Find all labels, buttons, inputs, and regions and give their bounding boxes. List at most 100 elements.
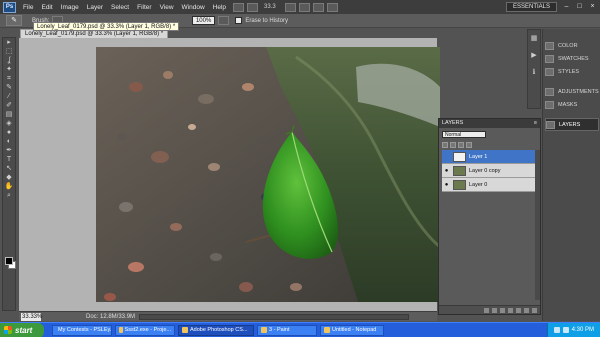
pen-tool-icon[interactable]: ✒ [3,146,15,155]
horizontal-scrollbar[interactable] [139,313,410,320]
clock[interactable]: 4:30 PM [572,327,594,333]
start-button[interactable]: start [0,322,44,337]
stamp-tool-icon[interactable]: ▤ [3,110,15,119]
zoom-tool-icon[interactable]: ⌕ [3,191,15,200]
maximize-button[interactable]: □ [574,3,585,12]
volume-icon[interactable] [562,327,569,333]
layer-style-icon[interactable] [492,307,497,313]
menu-window[interactable]: Window [178,4,209,11]
visibility-eye-icon[interactable]: ● [442,168,451,174]
lock-all-icon[interactable] [466,141,472,148]
menu-select[interactable]: Select [107,4,133,11]
erase-to-history-checkbox[interactable] [235,17,243,24]
dock-item-styles[interactable]: STYLES [545,65,599,78]
flow-field[interactable]: 100% [191,16,216,25]
zoom-level-readout[interactable]: 33.3 [264,4,276,10]
dock-item-masks[interactable]: MASKS [545,98,599,111]
visibility-eye-icon[interactable]: ● [442,154,451,160]
hand-tool-icon[interactable] [284,2,296,12]
status-zoom-field[interactable]: 33.33% [21,312,42,321]
panel-menu-icon[interactable]: ≡ [531,119,540,128]
delete-layer-icon[interactable] [532,307,537,313]
eraser-tool-icon[interactable]: ● [3,128,15,137]
dock-item-adjustments[interactable]: ADJUSTMENTS [545,85,599,98]
brush-tool-icon[interactable]: ✐ [3,101,15,110]
menu-image[interactable]: Image [57,4,83,11]
bridge-icon[interactable] [233,2,245,12]
shape-tool-icon[interactable]: ◆ [3,173,15,182]
layer-row-layer-0-copy[interactable]: ● Layer 0 copy [442,164,539,178]
dock-item-color[interactable]: COLOR [545,39,599,52]
add-mask-icon[interactable] [500,307,505,313]
taskbar-item-contests[interactable]: My Contests - PSLEy... [52,324,112,336]
brush-icon[interactable]: ✎ [6,15,22,26]
history-brush-tool-icon[interactable]: ◈ [3,119,15,128]
history-panel-icon[interactable]: ▦ [528,34,540,43]
network-icon[interactable] [553,327,560,333]
lock-pixels-icon[interactable] [450,141,456,148]
workspace-switcher[interactable]: ESSENTIALS [505,2,557,12]
menu-layer[interactable]: Layer [83,4,107,11]
minibridge-icon[interactable] [247,2,259,12]
new-adjustment-icon[interactable] [508,307,513,313]
actions-panel-icon[interactable]: ▶ [528,51,540,60]
taskbar-item-project[interactable]: Ssst2.exe - Proje... [115,324,175,336]
dock-item-layers[interactable]: LAYERS [545,118,599,131]
menu-file[interactable]: File [19,4,37,11]
visibility-eye-icon[interactable]: ● [442,182,451,188]
document-canvas[interactable] [96,47,440,302]
link-layers-icon[interactable] [484,307,489,313]
lock-transparency-icon[interactable] [442,141,448,148]
taskbar-item-paint[interactable]: 3 - Paint [257,324,317,336]
lock-position-icon[interactable] [458,141,464,148]
paint-icon [261,327,267,333]
minimize-button[interactable]: – [561,3,572,12]
close-button[interactable]: × [587,3,598,12]
doc-size-readout[interactable]: Doc: 12.8M/33.9M [86,314,135,320]
menu-edit[interactable]: Edit [37,4,56,11]
airbrush-icon[interactable] [218,16,230,25]
system-tray: 4:30 PM [546,322,600,337]
zoom-tool-icon[interactable] [298,2,310,12]
layer-name: Layer 0 copy [469,167,501,174]
windows-logo-icon [4,326,12,334]
marquee-tool-icon[interactable]: ⬚ [3,47,15,56]
taskbar-item-notepad[interactable]: Untitled - Notepad [320,324,384,336]
magic-wand-tool-icon[interactable]: ✦ [3,65,15,74]
new-layer-icon[interactable] [524,307,529,313]
layers-panel-header[interactable]: LAYERS ≡ [439,119,540,128]
menu-bar: Ps File Edit Image Layer Select Filter V… [0,0,600,14]
hand-tool-icon[interactable]: ✋ [3,182,15,191]
eyedropper-tool-icon[interactable]: ✎ [3,83,15,92]
masks-icon [545,100,554,109]
gradient-tool-icon[interactable]: ◐ [3,137,15,146]
crop-tool-icon[interactable]: ⌗ [3,74,15,83]
info-panel-icon[interactable]: ℹ [528,68,540,77]
collapsed-panel-strip: ▦ ▶ ℹ [527,29,541,109]
move-tool-icon[interactable]: ▸ [3,38,15,47]
photoshop-icon [182,327,188,333]
screen-mode-icon[interactable] [326,2,338,12]
dock-item-swatches[interactable]: SWATCHES [545,52,599,65]
layer-row-layer-1[interactable]: ● Layer 1 [442,150,539,164]
blend-mode-select[interactable]: Normal [442,131,486,138]
path-selection-tool-icon[interactable]: ↖ [3,164,15,173]
layer-name: Layer 0 [469,181,488,188]
swatches-icon [545,54,554,63]
menu-view[interactable]: View [156,4,178,11]
layers-scrollbar[interactable] [535,150,540,300]
taskbar-item-label: Adobe Photoshop CS... [190,327,248,333]
canvas-workspace [19,38,440,311]
foreground-color-swatch[interactable] [5,257,13,265]
arrange-documents-icon[interactable] [312,2,324,12]
layer-row-layer-0[interactable]: ● Layer 0 [442,178,539,192]
windows-taskbar: start My Contests - PSLEy... Ssst2.exe -… [0,322,600,337]
menu-filter[interactable]: Filter [133,4,155,11]
layer-list: ● Layer 1 ● Layer 0 copy ● Layer 0 [442,150,539,192]
healing-tool-icon[interactable]: ⁄ [3,92,15,101]
lasso-tool-icon[interactable]: ʆ [3,56,15,65]
type-tool-icon[interactable]: T [3,155,15,164]
menu-help[interactable]: Help [209,4,230,11]
taskbar-item-photoshop[interactable]: Adobe Photoshop CS... [178,324,254,336]
new-group-icon[interactable] [516,307,521,313]
